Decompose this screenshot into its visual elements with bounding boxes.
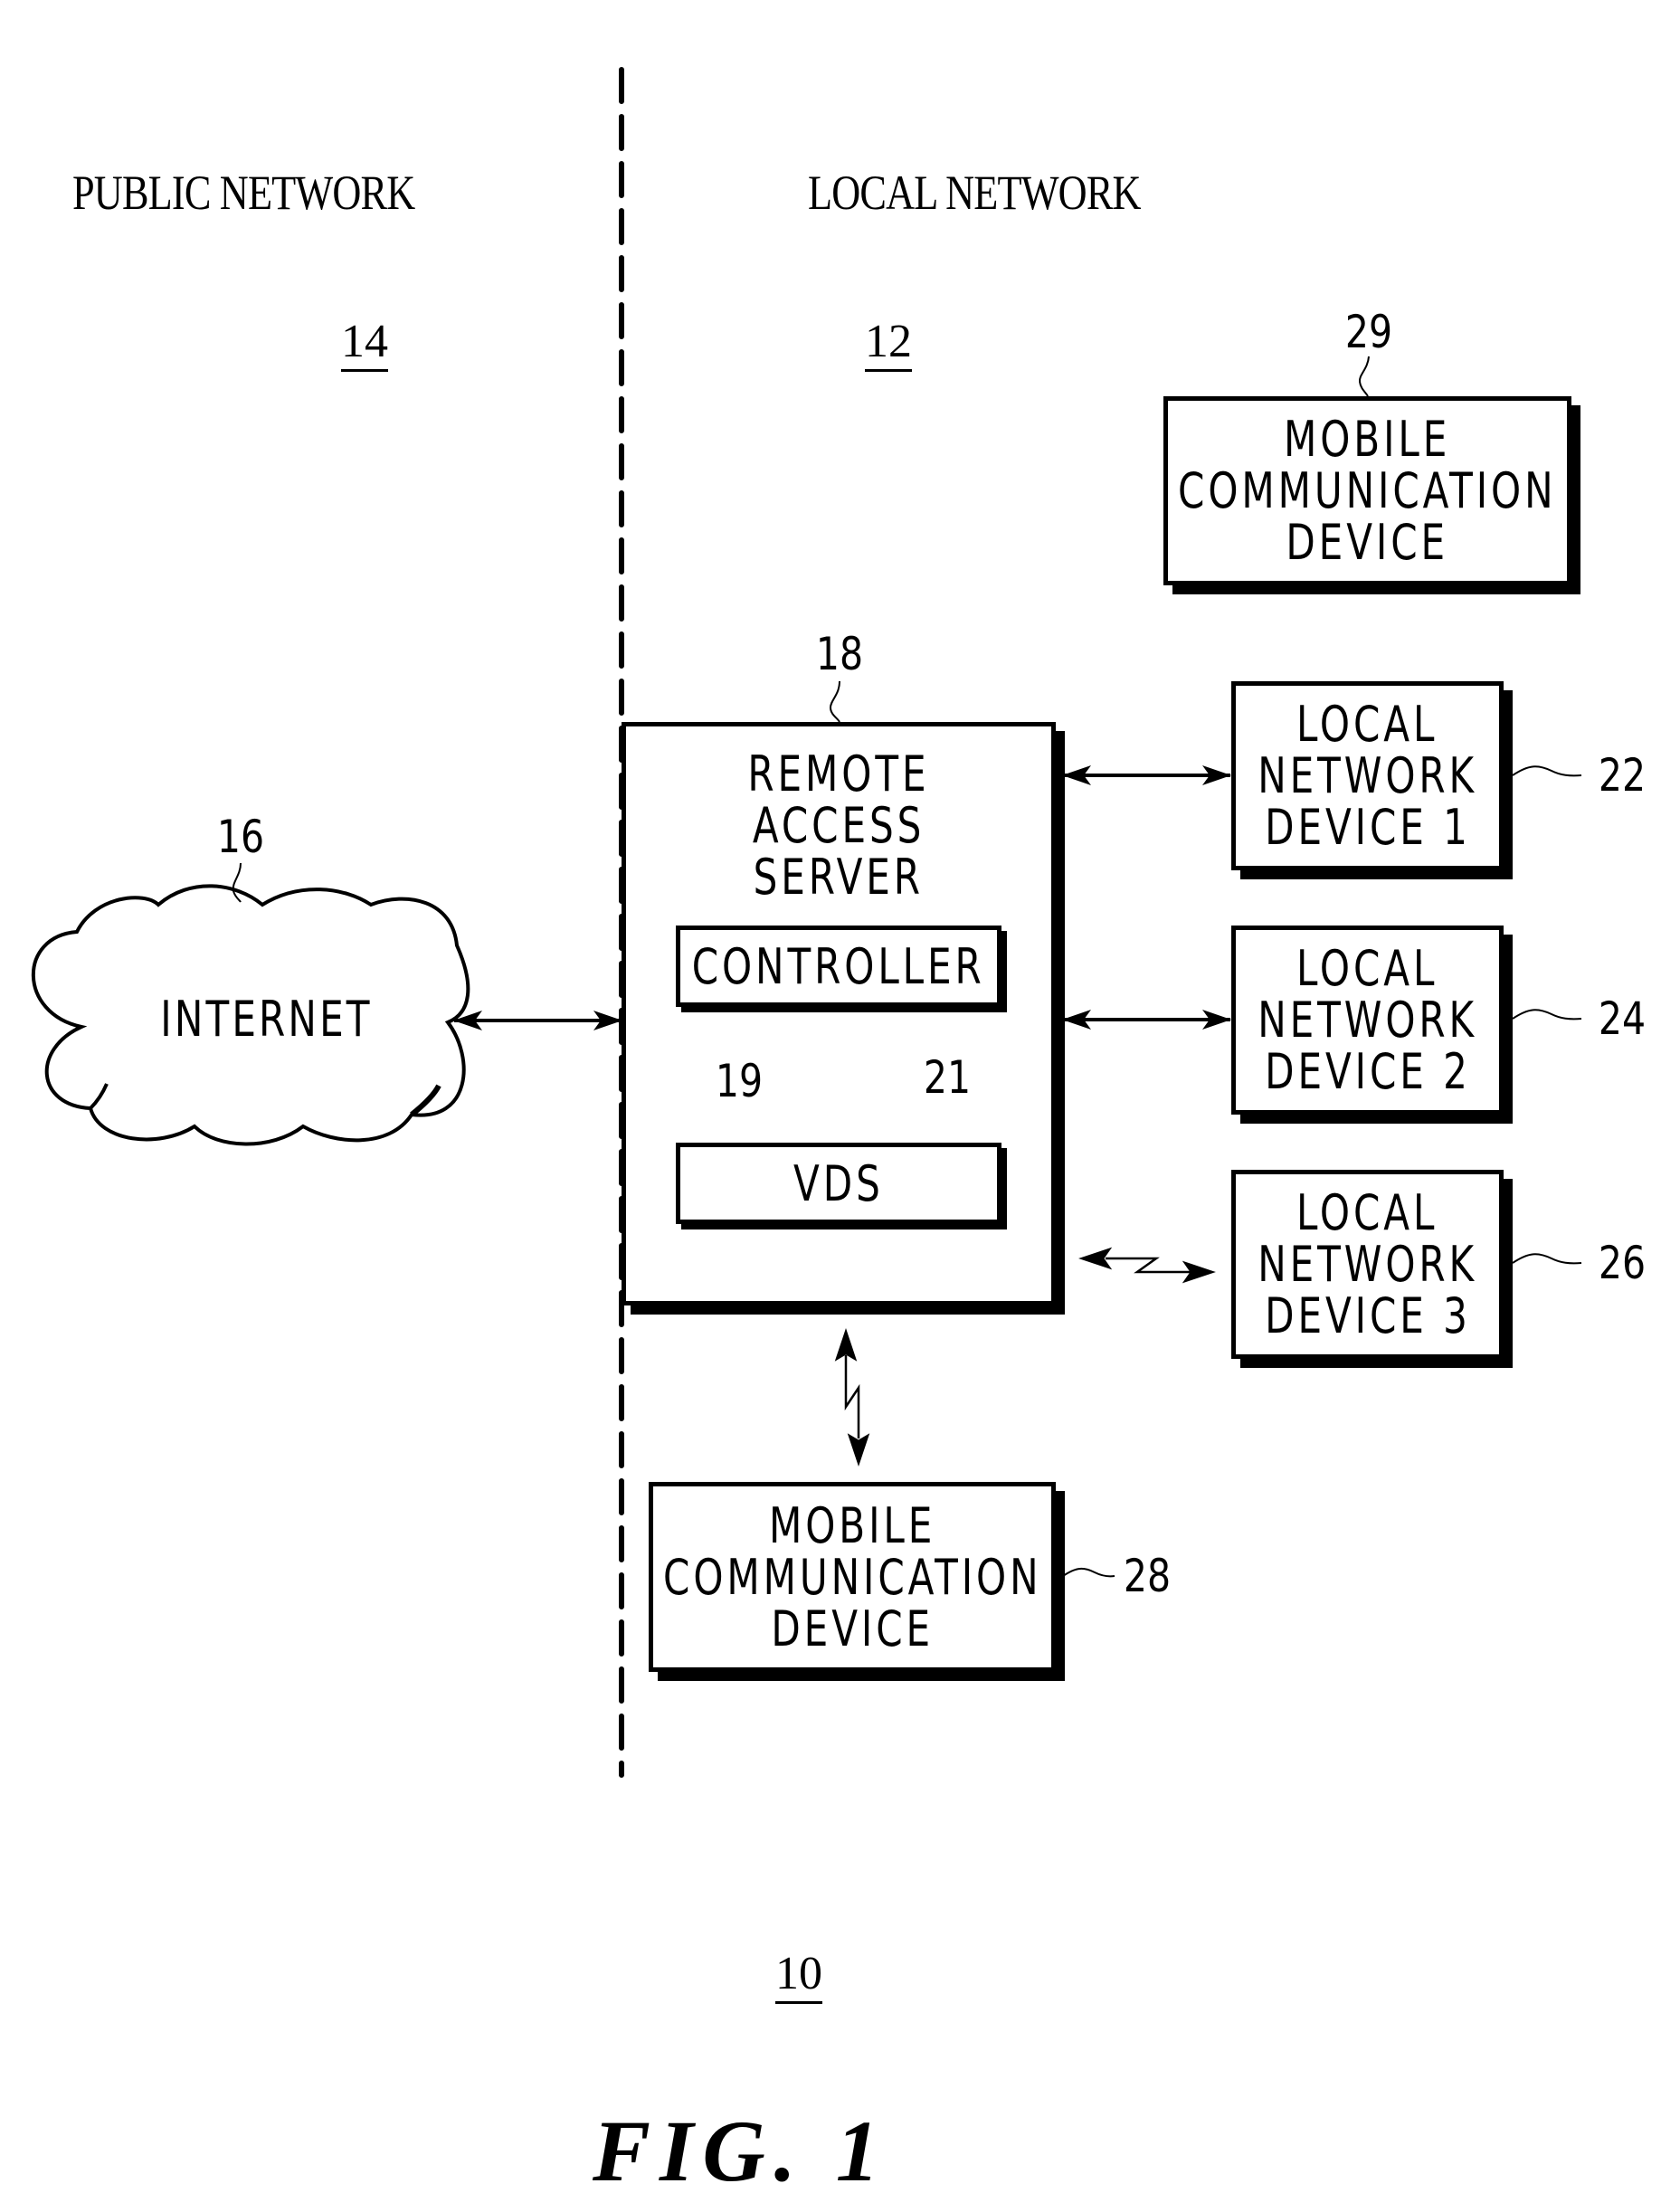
local-network-device-3[interactable]: LOCAL NETWORK DEVICE 3 xyxy=(1231,1170,1504,1359)
server-label-line-3: SERVER xyxy=(753,849,925,906)
vds-label: VDS xyxy=(793,1154,884,1212)
local-network-ref-number: 12 xyxy=(865,316,912,372)
mobile-device-29-label-line-1: MOBILE xyxy=(1284,411,1451,468)
leader-22 xyxy=(1512,765,1582,777)
vds-ref: 21 xyxy=(923,1051,972,1104)
mobile-device-28-label-line-3: DEVICE xyxy=(771,1600,934,1657)
device-2-label-line-2: NETWORK xyxy=(1258,992,1477,1049)
mobile-communication-device-28[interactable]: MOBILE COMMUNICATION DEVICE xyxy=(649,1482,1056,1672)
leader-29 xyxy=(1358,356,1370,397)
mobile-communication-device-29[interactable]: MOBILE COMMUNICATION DEVICE xyxy=(1163,396,1571,585)
device-3-label-line-1: LOCAL xyxy=(1296,1184,1438,1241)
figure-caption: FIG. 1 xyxy=(593,2103,888,2199)
device-1-label-line-3: DEVICE 1 xyxy=(1264,799,1471,856)
mobile-device-28-label-line-1: MOBILE xyxy=(768,1496,936,1554)
device-3-label-line-3: DEVICE 3 xyxy=(1264,1287,1471,1344)
vds-box[interactable]: VDS xyxy=(676,1143,1001,1224)
device-1-ref: 22 xyxy=(1598,749,1647,802)
device-3-label-line-2: NETWORK xyxy=(1258,1236,1477,1293)
controller-ref: 19 xyxy=(715,1055,764,1107)
public-network-label: PUBLIC NETWORK xyxy=(72,166,415,220)
server-ref: 18 xyxy=(815,628,864,680)
server-mobile-wireless-link xyxy=(834,1328,870,1467)
leader-26 xyxy=(1512,1253,1582,1265)
leader-18 xyxy=(829,680,840,723)
mobile-device-28-label-line-2: COMMUNICATION xyxy=(662,1548,1042,1606)
mobile-device-29-ref: 29 xyxy=(1344,306,1393,358)
public-network-ref: 14 xyxy=(319,316,410,372)
device-2-label-line-3: DEVICE 2 xyxy=(1264,1043,1471,1100)
mobile-device-29-label-line-3: DEVICE xyxy=(1286,514,1449,571)
server-label-line-2: ACCESS xyxy=(752,797,925,854)
controller-box[interactable]: CONTROLLER xyxy=(676,926,1001,1007)
local-network-ref: 12 xyxy=(843,316,934,372)
local-network-device-1[interactable]: LOCAL NETWORK DEVICE 1 xyxy=(1231,681,1504,870)
device-3-ref: 26 xyxy=(1598,1237,1647,1289)
device-2-ref: 24 xyxy=(1598,992,1647,1045)
device-2-label-line-1: LOCAL xyxy=(1296,940,1438,997)
leader-24 xyxy=(1512,1009,1582,1021)
mobile-device-29-label-line-2: COMMUNICATION xyxy=(1178,462,1557,519)
server-label-line-1: REMOTE xyxy=(747,745,930,802)
controller-label: CONTROLLER xyxy=(691,937,986,995)
mobile-device-28-ref: 28 xyxy=(1123,1550,1172,1602)
device-1-label-line-1: LOCAL xyxy=(1296,696,1438,753)
internet-label: INTERNET xyxy=(160,991,373,1048)
local-network-label: LOCAL NETWORK xyxy=(808,166,1142,220)
public-network-ref-number: 14 xyxy=(341,316,388,372)
local-network-device-2[interactable]: LOCAL NETWORK DEVICE 2 xyxy=(1231,926,1504,1115)
device-1-label-line-2: NETWORK xyxy=(1258,747,1477,804)
server-device3-wireless-link xyxy=(1078,1247,1216,1284)
internet-ref: 16 xyxy=(216,811,265,863)
system-ref-number: 10 xyxy=(775,1948,822,2004)
system-ref: 10 xyxy=(754,1948,844,2004)
